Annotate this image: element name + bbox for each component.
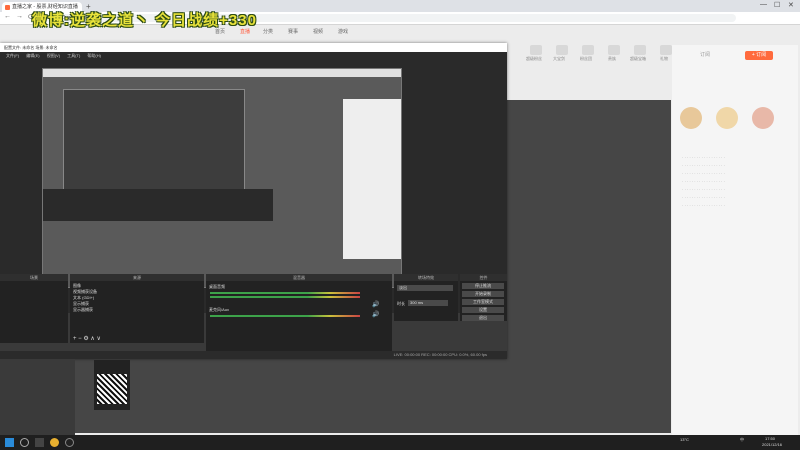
gift-label: 超级粉丝 [526, 56, 542, 61]
task-view-icon[interactable] [35, 438, 44, 447]
obs-status-bar: LIVE: 00:00:00 REC: 00:00:00 CPU: 0.0%, … [0, 351, 507, 359]
audio-meter [210, 296, 360, 298]
volume-icon[interactable]: 🔊 [372, 311, 379, 318]
audio-meter [210, 292, 360, 294]
back-icon[interactable]: ← [4, 13, 11, 20]
gift-icon[interactable] [660, 45, 672, 55]
site-favicon-icon [5, 5, 10, 10]
menu-tools[interactable]: 工具(T) [67, 53, 80, 58]
sources-dock: 图像 视频捕获设备 文本 (GDI+) 显示捕获 显示器捕获 + − ⚙ ∧ ∨ [70, 281, 204, 343]
chat-message: · · · · · · · · · · · · · · · · · · [682, 171, 725, 176]
scenes-dock[interactable] [0, 281, 68, 343]
gift-label: 贵族 [608, 56, 616, 61]
stop-stream-button[interactable]: 停止推流 [462, 283, 504, 289]
side-panel [0, 359, 75, 435]
site-nav-match[interactable]: 赛事 [288, 28, 298, 35]
search-icon[interactable] [20, 438, 29, 447]
exit-button[interactable]: 退出 [462, 315, 504, 321]
start-recording-button[interactable]: 开始录制 [462, 291, 504, 297]
duration-field[interactable]: 300 ms [408, 300, 448, 306]
clock-time[interactable]: 17:50 [765, 436, 775, 441]
chat-message: · · · · · · · · · · · · · · · · · · [682, 187, 725, 192]
qr-card [94, 360, 130, 410]
menu-help[interactable]: 帮助(H) [87, 53, 101, 58]
volume-icon[interactable]: 🔊 [372, 301, 379, 308]
site-nav-video[interactable]: 视频 [313, 28, 323, 35]
follow-button[interactable]: + 订阅 [745, 51, 773, 60]
gift-label: 粉丝团 [580, 56, 592, 61]
gift-icon[interactable] [582, 45, 594, 55]
chat-message: · · · · · · · · · · · · · · · · · · [682, 155, 725, 160]
weather-label[interactable]: 13°C [680, 437, 689, 442]
transitions-header: 转场特效 [394, 274, 458, 281]
transitions-dock: 淡出 时长 300 ms [394, 281, 458, 321]
chat-message: · · · · · · · · · · · · · · · · · · [682, 179, 725, 184]
mixer-channel-label: 桌面音频 [209, 284, 225, 289]
controls-dock: 停止推流 开始录制 工作室模式 设置 退出 [460, 281, 507, 321]
menu-edit[interactable]: 编辑(E) [26, 53, 39, 58]
sources-header: 来源 [70, 274, 204, 281]
avatar[interactable] [716, 107, 738, 129]
site-nav-category[interactable]: 分类 [263, 28, 273, 35]
chat-message: · · · · · · · · · · · · · · · · · · [682, 163, 725, 168]
gift-icon[interactable] [530, 45, 542, 55]
start-icon[interactable] [5, 438, 14, 447]
avatar[interactable] [752, 107, 774, 129]
scenes-header: 场景 [0, 274, 68, 281]
right-panel: · · · · · · · · · · · · · · · · · · · · … [672, 45, 798, 435]
gift-icon[interactable] [634, 45, 646, 55]
audio-meter [210, 315, 360, 317]
obs-icon[interactable] [65, 438, 74, 447]
transition-select[interactable]: 淡出 [397, 285, 453, 291]
site-nav-game[interactable]: 游戏 [338, 28, 348, 35]
gift-label: 超级宝箱 [630, 56, 646, 61]
obs-window: 配置文件: 未命名 场景: 未命名 文件(F) 编辑(E) 视图(V) 工具(T… [0, 43, 507, 359]
mixer-channel-label: 麦克风/Aux [209, 307, 230, 312]
controls-header: 控件 [460, 274, 507, 281]
settings-button[interactable]: 设置 [462, 307, 504, 313]
menu-view[interactable]: 视图(V) [47, 53, 60, 58]
chrome-icon[interactable] [50, 438, 59, 447]
stream-overlay-title: 微博:逆袭之道丶 今日战绩+330 [32, 12, 257, 29]
menu-file[interactable]: 文件(F) [6, 53, 19, 58]
duration-label: 时长 [397, 301, 405, 306]
gift-icon[interactable] [608, 45, 620, 55]
chat-message: · · · · · · · · · · · · · · · · · · [682, 203, 725, 208]
forward-icon[interactable]: → [16, 13, 23, 20]
obs-title-bar: 配置文件: 未命名 场景: 未命名 [0, 43, 507, 52]
mixer-header: 混音器 [206, 274, 392, 281]
maximize-button[interactable]: ☐ [774, 1, 780, 9]
source-item[interactable]: 显示器捕获 [73, 307, 93, 313]
chat-message: · · · · · · · · · · · · · · · · · · [682, 195, 725, 200]
mixer-dock: 桌面音频 🔊 麦克风/Aux 🔊 [206, 281, 392, 351]
input-language[interactable]: 中 [740, 437, 744, 443]
minimize-button[interactable]: — [760, 1, 767, 8]
studio-mode-button[interactable]: 工作室模式 [462, 299, 504, 305]
obs-menu-bar: 文件(F) 编辑(E) 视图(V) 工具(T) 帮助(H) [0, 52, 507, 60]
follow-count: 订阅 [700, 52, 711, 58]
add-source-icon[interactable]: + − ⚙ ∧ ∨ [73, 335, 101, 342]
avatar[interactable] [680, 107, 702, 129]
gift-icon[interactable] [556, 45, 568, 55]
taskbar: 13°C 中 17:50 2021/12/16 [0, 435, 800, 450]
gift-label: 礼物 [660, 56, 668, 61]
close-button[interactable]: ✕ [788, 1, 794, 9]
gift-label: 大宝剑 [553, 56, 565, 61]
preview-capture [42, 68, 402, 288]
clock-date[interactable]: 2021/12/16 [762, 442, 782, 447]
qr-code-icon [97, 374, 127, 404]
